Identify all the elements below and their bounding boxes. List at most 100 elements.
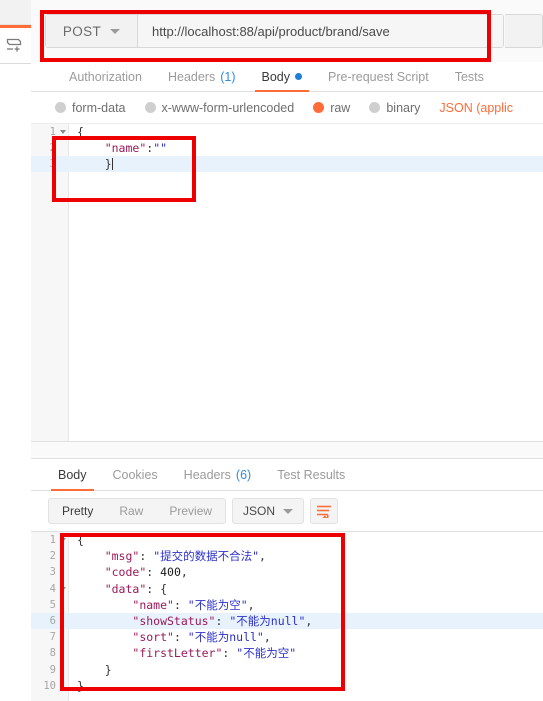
code-token: : (146, 565, 161, 580)
new-tab-button[interactable] (0, 28, 31, 64)
code-text: } (69, 679, 84, 693)
tab-pre-request-script[interactable]: Pre-request Script (315, 62, 442, 92)
line-number: 4 (31, 583, 69, 595)
response-code-lines[interactable]: 1{2 "msg": "提交的数据不合法", 3 "code": 400, 4 "d… (31, 532, 543, 694)
code-line[interactable]: 5 "name": "不能为空", (31, 597, 543, 613)
code-line[interactable]: 4 "data": { (31, 581, 543, 597)
code-text: "name": "不能为空", (69, 597, 254, 613)
tab-count: (1) (220, 69, 236, 84)
chevron-down-icon (110, 28, 121, 34)
code-token: "sort" (132, 630, 174, 645)
code-text: "firstLetter": "不能为空" (69, 645, 296, 661)
code-token: "不能为null" (229, 614, 306, 629)
line-number: 1 (31, 126, 69, 138)
response-tab-test-results[interactable]: Test Results (264, 459, 358, 491)
code-line[interactable]: 2 "msg": "提交的数据不合法", (31, 548, 543, 564)
radio-icon-selected (313, 102, 325, 113)
tab-headers[interactable]: Headers (1) (155, 62, 249, 92)
code-token: "不能为空" (236, 646, 297, 661)
code-text: } (69, 157, 113, 171)
request-code-lines[interactable]: 1{2 "name":"" 3 } (31, 124, 543, 172)
code-line[interactable]: 3 } (31, 156, 543, 172)
radio-x-www-form-urlencoded[interactable]: x-www-form-urlencoded (144, 100, 295, 115)
code-line[interactable]: 1{ (31, 532, 543, 548)
radio-icon (369, 102, 381, 113)
url-bar-row: POST http://localhost:88/api/product/bra… (31, 0, 543, 62)
postman-window: POST http://localhost:88/api/product/bra… (0, 0, 543, 701)
code-token: { (77, 533, 84, 548)
fold-arrow-icon[interactable] (60, 586, 66, 591)
radio-binary[interactable]: binary (369, 101, 420, 115)
view-mode-raw[interactable]: Raw (106, 499, 156, 523)
code-token: , (259, 549, 266, 564)
radio-raw[interactable]: raw (313, 101, 350, 115)
code-token: "" (153, 141, 168, 155)
line-number: 9 (49, 663, 56, 676)
tab-label: Authorization (69, 69, 142, 84)
tab-authorization[interactable]: Authorization (56, 62, 155, 92)
response-tab-cookies[interactable]: Cookies (100, 459, 171, 491)
code-token: : (173, 630, 188, 645)
code-line[interactable]: 10} (31, 678, 543, 694)
response-tabs: Body Cookies Headers (6) Test Results (31, 459, 543, 491)
rail-sidebar-body (0, 64, 31, 701)
view-mode-preview[interactable]: Preview (156, 499, 225, 523)
request-body-editor[interactable]: 1{2 "name":"" 3 } (31, 124, 543, 441)
code-token: "name" (132, 597, 174, 612)
code-line[interactable]: 3 "code": 400, (31, 564, 543, 580)
response-tab-headers[interactable]: Headers (6) (171, 459, 265, 491)
code-line[interactable]: 8 "firstLetter": "不能为空" (31, 645, 543, 661)
code-token: "showStatus" (132, 614, 216, 629)
code-token: "firstLetter" (132, 646, 223, 661)
tab-tests[interactable]: Tests (442, 62, 497, 92)
response-tab-body[interactable]: Body (45, 459, 100, 491)
code-token: : (222, 646, 237, 661)
radio-label: x-www-form-urlencoded (161, 100, 295, 115)
code-line[interactable]: 2 "name":"" (31, 140, 543, 156)
response-body-viewer[interactable]: 1{2 "msg": "提交的数据不合法", 3 "code": 400, 4 "d… (31, 531, 543, 701)
tab-label: Test Results (277, 467, 346, 482)
line-number: 8 (49, 647, 56, 660)
radio-label: raw (330, 100, 351, 115)
line-number: 7 (49, 631, 56, 644)
tab-label: Body (58, 467, 87, 482)
radio-label: form-data (72, 100, 126, 115)
code-token: , (263, 630, 271, 645)
code-token: "不能为空" (187, 597, 248, 612)
code-line[interactable]: 1{ (31, 124, 543, 140)
radio-form-data[interactable]: form-data (55, 101, 126, 115)
view-mode-pretty[interactable]: Pretty (49, 499, 106, 523)
http-method-selector[interactable]: POST (46, 15, 138, 47)
line-number: 3 (49, 566, 56, 579)
url-input[interactable]: http://localhost:88/api/product/brand/sa… (138, 15, 503, 47)
response-code-area[interactable]: 1{2 "msg": "提交的数据不合法", 3 "code": 400, 4 "d… (31, 532, 543, 701)
fold-arrow-icon[interactable] (60, 538, 66, 543)
code-line[interactable]: 7 "sort": "不能为null", (31, 629, 543, 645)
code-token: "msg" (104, 549, 140, 564)
rail-top-strip (0, 0, 31, 25)
fold-arrow-icon[interactable] (60, 130, 66, 134)
url-bar: POST http://localhost:88/api/product/bra… (45, 14, 504, 48)
content-type-selector[interactable]: JSON (applic (439, 101, 513, 115)
send-button-area[interactable] (505, 14, 543, 48)
response-format-selector[interactable]: JSON (232, 498, 305, 524)
tab-label: Tests (454, 69, 484, 84)
request-code-area[interactable]: 1{2 "name":"" 3 } (31, 124, 543, 441)
code-token: , (305, 614, 313, 629)
tab-body[interactable]: Body (249, 62, 316, 92)
code-line[interactable]: 6 "showStatus": "不能为null", (31, 612, 543, 630)
line-number: 2 (49, 550, 56, 563)
code-line[interactable]: 9 } (31, 662, 543, 678)
pane-splitter[interactable] (31, 441, 543, 459)
code-token: 400 (160, 565, 181, 580)
code-text: { (69, 125, 84, 139)
tab-label: Cookies (112, 467, 158, 482)
code-token: { (77, 125, 84, 139)
code-token: : { (146, 581, 168, 596)
line-number: 10 (43, 679, 56, 692)
http-method-label: POST (62, 23, 102, 39)
word-wrap-button[interactable] (310, 498, 339, 524)
response-toolbar: Pretty Raw Preview JSON (31, 491, 543, 531)
